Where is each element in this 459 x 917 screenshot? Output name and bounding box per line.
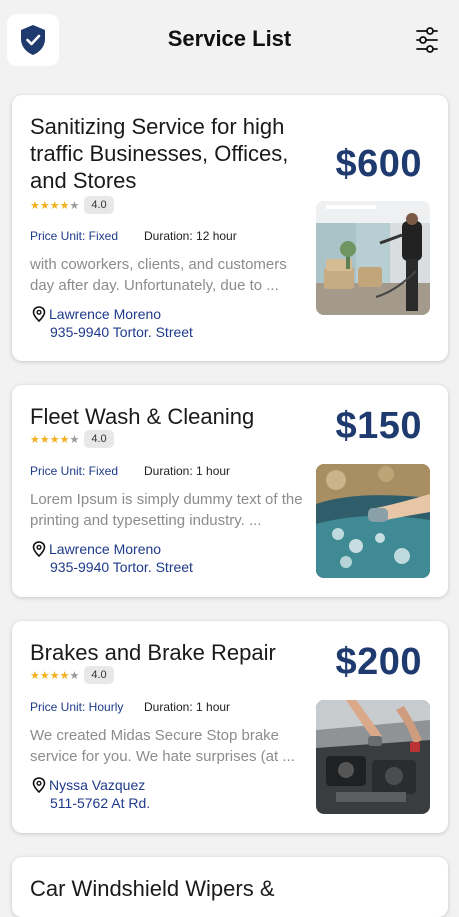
rating-row: ★★★★★ 4.0 — [30, 196, 114, 214]
service-card[interactable]: Brakes and Brake Repair $200 ★★★★★ 4.0 P… — [12, 621, 448, 833]
duration: Duration: 12 hour — [144, 229, 237, 243]
page-title: Service List — [167, 26, 292, 51]
service-price: $150 — [335, 405, 422, 447]
sliders-icon — [416, 27, 438, 53]
provider-address: 511-5762 At Rd. — [50, 795, 151, 811]
meta-row: Price Unit: Hourly Duration: 1 hour — [30, 700, 230, 714]
rating-badge: 4.0 — [84, 430, 114, 448]
service-title: Car Windshield Wipers & — [30, 876, 275, 901]
service-price: $200 — [335, 641, 422, 683]
provider-contact[interactable]: Nyssa Vazquez 511-5762 At Rd. — [32, 777, 150, 811]
duration: Duration: 1 hour — [144, 700, 231, 714]
sanitizing-photo — [316, 201, 430, 315]
duration: Duration: 1 hour — [144, 464, 231, 478]
service-description: with coworkers, clients, and customers d… — [30, 256, 287, 294]
rating-badge: 4.0 — [84, 666, 114, 684]
service-description: We created Midas Secure Stop brake servi… — [30, 727, 295, 765]
location-pin-icon — [32, 306, 46, 322]
meta-row: Price Unit: Fixed Duration: 1 hour — [30, 464, 230, 478]
app-header: Service List — [0, 0, 459, 80]
location-pin-icon — [32, 777, 46, 793]
location-pin-icon — [32, 541, 46, 557]
star-rating: ★★★★★ — [30, 668, 80, 682]
price-unit: Price Unit: Fixed — [30, 229, 119, 243]
service-card[interactable]: Car Windshield Wipers & — [12, 857, 448, 917]
car-wash-photo — [316, 464, 430, 578]
star-rating: ★★★★★ — [30, 198, 80, 212]
service-title: Sanitizing Service for high traffic Busi… — [30, 114, 289, 193]
rating-row: ★★★★★ 4.0 — [30, 430, 114, 448]
provider-address: 935-9940 Tortor. Street — [50, 324, 193, 340]
price-unit: Price Unit: Fixed — [30, 464, 119, 478]
engine-repair-photo — [316, 700, 430, 814]
provider-contact[interactable]: Lawrence Moreno 935-9940 Tortor. Street — [32, 306, 193, 340]
filter-button[interactable] — [412, 24, 442, 56]
service-card[interactable]: Fleet Wash & Cleaning $150 ★★★★★ 4.0 Pri… — [12, 385, 448, 597]
rating-badge: 4.0 — [84, 196, 114, 214]
provider-name: Lawrence Moreno — [49, 541, 162, 557]
provider-address: 935-9940 Tortor. Street — [50, 559, 193, 575]
provider-name: Nyssa Vazquez — [49, 777, 146, 793]
star-rating: ★★★★★ — [30, 432, 80, 446]
rating-row: ★★★★★ 4.0 — [30, 666, 114, 684]
service-title: Brakes and Brake Repair — [30, 640, 276, 665]
meta-row: Price Unit: Fixed Duration: 12 hour — [30, 229, 237, 243]
provider-contact[interactable]: Lawrence Moreno 935-9940 Tortor. Street — [32, 541, 193, 575]
service-title: Fleet Wash & Cleaning — [30, 404, 255, 429]
service-price: $600 — [335, 143, 422, 185]
service-card[interactable]: Sanitizing Service for high traffic Busi… — [12, 95, 448, 361]
service-description: Lorem Ipsum is simply dummy text of the … — [30, 491, 303, 529]
provider-name: Lawrence Moreno — [49, 306, 162, 322]
price-unit: Price Unit: Hourly — [30, 700, 124, 714]
